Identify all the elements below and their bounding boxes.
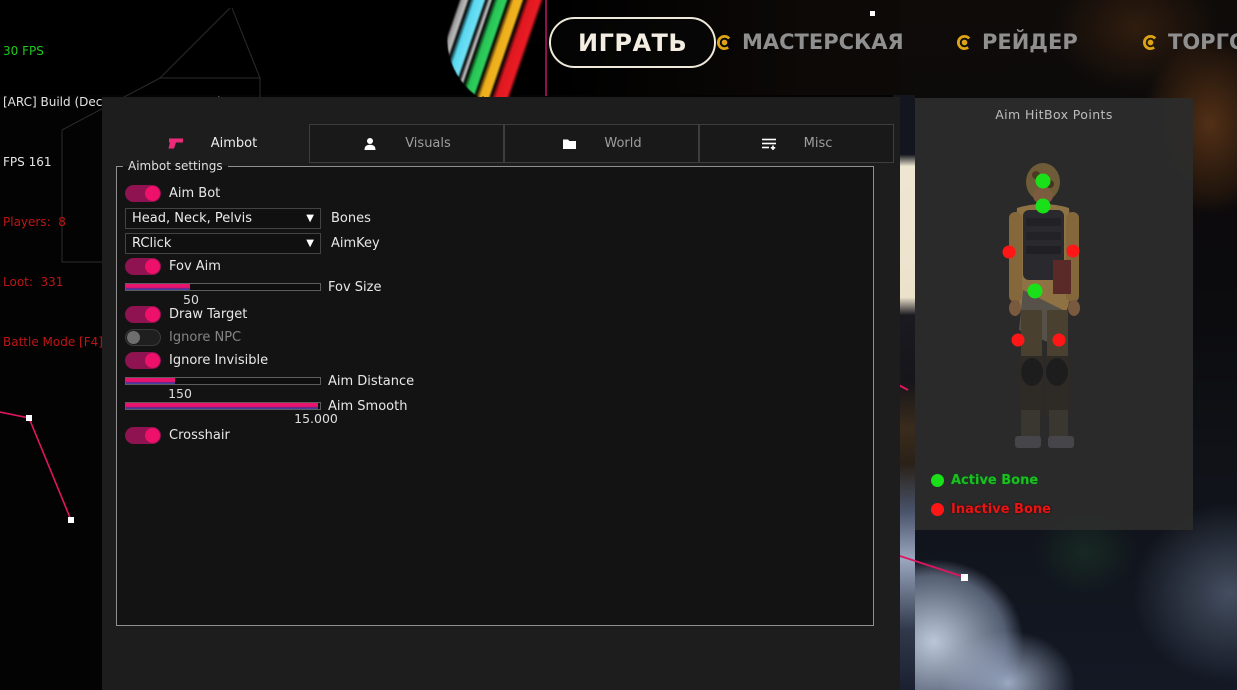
- tab-aimbot[interactable]: Aimbot: [116, 124, 309, 163]
- fov-size-row: 50 Fov Size: [125, 281, 873, 305]
- bones-dropdown-value: Head, Neck, Pelvis: [132, 211, 252, 226]
- fov-aim-label: Fov Aim: [169, 259, 221, 274]
- coin-icon: [716, 34, 733, 51]
- bones-label: Bones: [331, 211, 371, 226]
- coin-icon: [1142, 34, 1159, 51]
- aim-bot-row: Aim Bot: [125, 185, 873, 202]
- inactive-bone-dot: [931, 503, 944, 516]
- fov-aim-toggle[interactable]: [125, 258, 161, 275]
- hitbox-point: [1003, 246, 1016, 259]
- fov-size-label: Fov Size: [328, 280, 381, 295]
- fps-counter-green: 30 FPS: [3, 41, 222, 61]
- hitbox-panel-title: Aim HitBox Points: [915, 107, 1193, 122]
- chevron-down-icon: ▼: [306, 213, 314, 224]
- legend-inactive-bone: Inactive Bone: [931, 502, 1051, 517]
- aim-smooth-row: 15.000 Aim Smooth: [125, 400, 873, 426]
- crosshair-toggle[interactable]: [125, 427, 161, 444]
- aim-smooth-label: Aim Smooth: [328, 399, 407, 414]
- legend-active-bone: Active Bone: [931, 473, 1038, 488]
- fov-size-slider[interactable]: [125, 283, 321, 291]
- person-icon: [362, 136, 378, 152]
- tab-label: Aimbot: [211, 136, 257, 151]
- aim-distance-slider[interactable]: [125, 377, 321, 385]
- hitbox-point: [1053, 334, 1066, 347]
- aimbot-controls: Aim Bot Head, Neck, Pelvis ▼ Bones RClic…: [117, 173, 873, 444]
- nav-item-label: МАСТЕРСКАЯ: [742, 30, 904, 54]
- hitbox-point: [1036, 174, 1051, 189]
- bones-row: Head, Neck, Pelvis ▼ Bones: [125, 208, 873, 229]
- draw-target-label: Draw Target: [169, 307, 247, 322]
- group-title: Aimbot settings: [123, 159, 228, 173]
- hitbox-panel: Aim HitBox Points: [915, 98, 1193, 530]
- aim-distance-value: 150: [168, 386, 192, 401]
- tab-label: Misc: [804, 136, 833, 151]
- hitbox-point: [1012, 334, 1025, 347]
- play-button-label: ИГРАТЬ: [578, 29, 687, 57]
- nav-item-raider[interactable]: РЕЙДЕР: [956, 27, 1078, 57]
- tab-label: Visuals: [405, 136, 451, 151]
- aimkey-dropdown-value: RClick: [132, 236, 171, 251]
- list-add-icon: [761, 136, 777, 152]
- ignore-invisible-toggle[interactable]: [125, 352, 161, 369]
- ignore-invisible-row: Ignore Invisible: [125, 352, 873, 369]
- aim-distance-label: Aim Distance: [328, 374, 414, 389]
- tab-visuals[interactable]: Visuals: [309, 124, 504, 163]
- legend-label: Active Bone: [951, 473, 1038, 488]
- ignore-npc-label: Ignore NPC: [169, 330, 241, 345]
- nav-item-label: РЕЙДЕР: [982, 30, 1078, 54]
- aimkey-row: RClick ▼ AimKey: [125, 233, 873, 254]
- pistol-icon: [168, 136, 184, 152]
- aim-bot-toggle[interactable]: [125, 185, 161, 202]
- fov-size-value: 50: [183, 292, 199, 307]
- aim-smooth-slider[interactable]: [125, 402, 321, 410]
- legend-label: Inactive Bone: [951, 502, 1051, 517]
- folder-icon: [561, 136, 577, 152]
- ignore-npc-row: Ignore NPC: [125, 329, 873, 346]
- nav-item-label: ТОРГО: [1168, 30, 1237, 54]
- aimkey-label: AimKey: [331, 236, 380, 251]
- play-button[interactable]: ИГРАТЬ: [549, 17, 716, 68]
- aimkey-dropdown[interactable]: RClick ▼: [125, 233, 321, 254]
- hitbox-point: [1028, 284, 1043, 299]
- crosshair-row: Crosshair: [125, 427, 873, 444]
- ignore-npc-toggle[interactable]: [125, 329, 161, 346]
- ignore-invisible-label: Ignore Invisible: [169, 353, 268, 368]
- tab-bar: Aimbot Visuals World: [116, 124, 894, 163]
- tab-label: World: [604, 136, 641, 151]
- bones-dropdown[interactable]: Head, Neck, Pelvis ▼: [125, 208, 321, 229]
- fov-aim-row: Fov Aim: [125, 258, 873, 275]
- tab-misc[interactable]: Misc: [699, 124, 894, 163]
- aim-bot-label: Aim Bot: [169, 186, 220, 201]
- hitbox-point: [1067, 245, 1080, 258]
- hitbox-point: [1036, 199, 1051, 214]
- crosshair-label: Crosshair: [169, 428, 230, 443]
- game-screen: 30 FPS [ARC] Build (Dec 28 2025, 09:43:3…: [0, 0, 1237, 690]
- aim-distance-row: 150 Aim Distance: [125, 375, 873, 399]
- aimbot-settings-group: Aimbot settings Aim Bot Head, Neck, Pelv…: [116, 159, 874, 626]
- nav-item-workshop[interactable]: МАСТЕРСКАЯ: [716, 27, 904, 57]
- coin-icon: [956, 34, 973, 51]
- draw-target-row: Draw Target: [125, 306, 873, 323]
- active-bone-dot: [931, 474, 944, 487]
- nav-item-traders[interactable]: ТОРГО: [1142, 27, 1237, 57]
- chevron-down-icon: ▼: [306, 238, 314, 249]
- cheat-menu-panel: Aimbot Visuals World: [102, 97, 900, 690]
- tab-world[interactable]: World: [504, 124, 699, 163]
- draw-target-toggle[interactable]: [125, 306, 161, 323]
